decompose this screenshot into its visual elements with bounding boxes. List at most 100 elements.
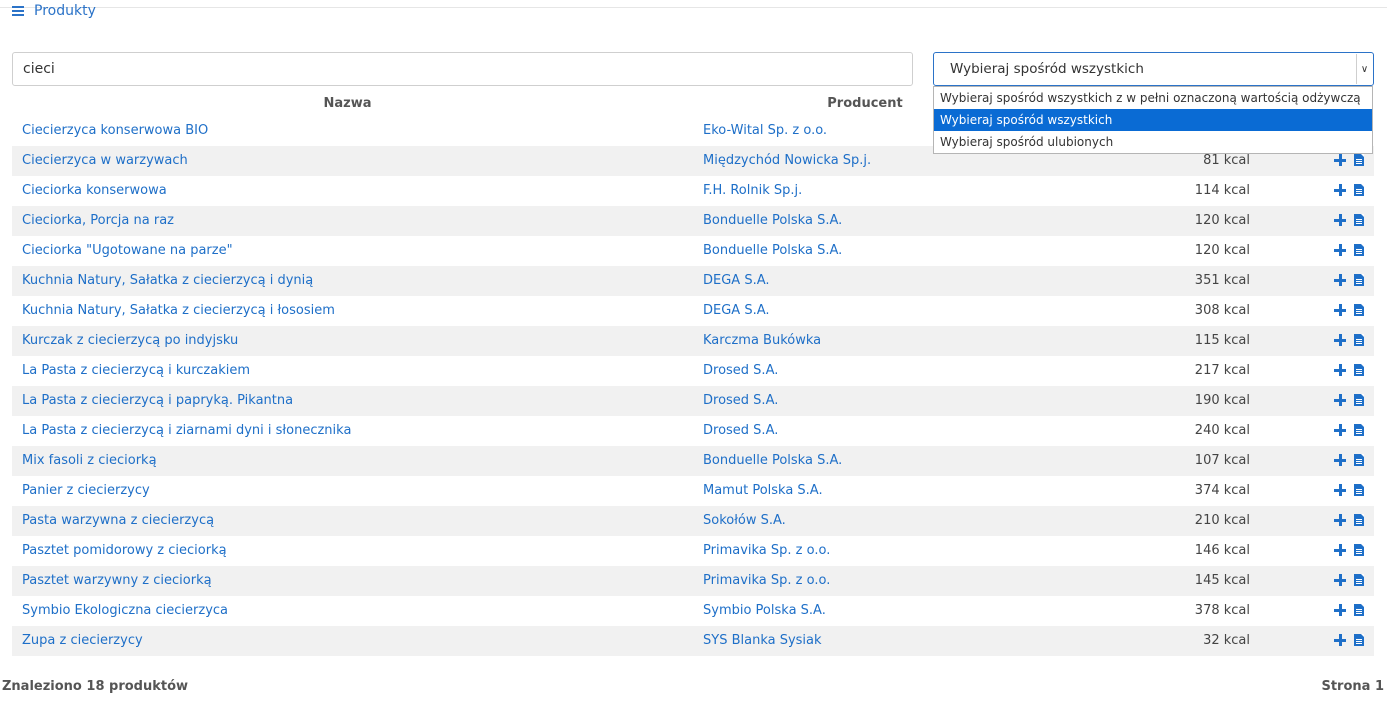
plus-icon[interactable] [1334,454,1346,466]
table-row: Pasztet warzywny z cieciorką Primavika Sp… [12,566,1374,596]
plus-icon[interactable] [1334,274,1346,286]
table-row: Cieciorka, Porcja na raz Bonduelle Polska… [12,206,1374,236]
column-header-name[interactable]: Nazwa [12,96,683,111]
product-name-link[interactable]: Panier z ciecierzycy [22,483,150,498]
producer-link[interactable]: DEGA S.A. [703,273,770,288]
calories-value: 240 kcal [1194,423,1250,438]
document-icon[interactable] [1354,244,1364,256]
product-name-link[interactable]: Pasztet pomidorowy z cieciorką [22,543,227,558]
producer-link[interactable]: Karczma Bukówka [703,333,821,348]
plus-icon[interactable] [1334,184,1346,196]
plus-icon[interactable] [1334,604,1346,616]
product-name-link[interactable]: Ciecierzyca konserwowa BIO [22,123,208,138]
table-row: Zupa z ciecierzycy SYS Blanka Sysiak 32 kc… [12,626,1374,656]
producer-link[interactable]: Bonduelle Polska S.A. [703,453,842,468]
document-icon[interactable] [1354,334,1364,346]
table-row: La Pasta z ciecierzycą i kurczakiem Drose… [12,356,1374,386]
chevron-down-icon[interactable]: ∨ [1356,54,1372,84]
calories-value: 32 kcal [1203,633,1250,648]
plus-icon[interactable] [1334,424,1346,436]
table-row: Panier z ciecierzycy Mamut Polska S.A. 374… [12,476,1374,506]
calories-value: 190 kcal [1194,393,1250,408]
document-icon[interactable] [1354,304,1364,316]
product-name-link[interactable]: Kuchnia Natury, Sałatka z ciecierzycą i … [22,303,335,318]
product-name-link[interactable]: Cieciorka, Porcja na raz [22,213,174,228]
document-icon[interactable] [1354,184,1364,196]
document-icon[interactable] [1354,394,1364,406]
table-row: Kurczak z ciecierzycą po indyjsku Karczma… [12,326,1374,356]
calories-value: 115 kcal [1194,333,1250,348]
plus-icon[interactable] [1334,484,1346,496]
calories-value: 146 kcal [1194,543,1250,558]
producer-link[interactable]: Primavika Sp. z o.o. [703,573,830,588]
product-name-link[interactable]: Pasta warzywna z ciecierzycą [22,513,214,528]
producer-link[interactable]: Bonduelle Polska S.A. [703,213,842,228]
product-name-link[interactable]: Kurczak z ciecierzycą po indyjsku [22,333,238,348]
product-name-link[interactable]: Kuchnia Natury, Sałatka z ciecierzycą i … [22,273,313,288]
document-icon[interactable] [1354,574,1364,586]
document-icon[interactable] [1354,364,1364,376]
product-name-link[interactable]: Mix fasoli z cieciorką [22,453,157,468]
calories-value: 217 kcal [1194,363,1250,378]
plus-icon[interactable] [1334,394,1346,406]
product-name-link[interactable]: La Pasta z ciecierzycą i kurczakiem [22,363,250,378]
producer-link[interactable]: Drosed S.A. [703,423,778,438]
plus-icon[interactable] [1334,634,1346,646]
calories-value: 351 kcal [1194,273,1250,288]
filter-option[interactable]: Wybieraj spośród wszystkich z w pełni oz… [934,87,1372,109]
table-row: Kuchnia Natury, Sałatka z ciecierzycą i … [12,296,1374,326]
product-name-link[interactable]: Zupa z ciecierzycy [22,633,143,648]
document-icon[interactable] [1354,424,1364,436]
product-name-link[interactable]: Pasztet warzywny z cieciorką [22,573,212,588]
product-name-link[interactable]: Cieciorka konserwowa [22,183,167,198]
producer-link[interactable]: Drosed S.A. [703,393,778,408]
document-icon[interactable] [1354,604,1364,616]
filter-option-selected[interactable]: Wybieraj spośród wszystkich [934,109,1372,131]
panel-title[interactable]: Produkty [12,3,96,19]
producer-link[interactable]: Sokołów S.A. [703,513,786,528]
document-icon[interactable] [1354,214,1364,226]
filter-select[interactable]: Wybieraj spośród wszystkich ∨ [933,52,1374,86]
results-count: Znaleziono 18 produktów [2,679,189,694]
document-icon[interactable] [1354,544,1364,556]
document-icon[interactable] [1354,454,1364,466]
producer-link[interactable]: Bonduelle Polska S.A. [703,243,842,258]
document-icon[interactable] [1354,154,1364,166]
producer-link[interactable]: Drosed S.A. [703,363,778,378]
search-input[interactable] [12,52,913,86]
product-name-link[interactable]: La Pasta z ciecierzycą i papryką. Pikant… [22,393,293,408]
producer-link[interactable]: SYS Blanka Sysiak [703,633,822,648]
product-name-link[interactable]: Symbio Ekologiczna ciecierzyca [22,603,228,618]
product-name-link[interactable]: Cieciorka "Ugotowane na parze" [22,243,233,258]
plus-icon[interactable] [1334,574,1346,586]
plus-icon[interactable] [1334,514,1346,526]
calories-value: 114 kcal [1194,183,1250,198]
plus-icon[interactable] [1334,154,1346,166]
plus-icon[interactable] [1334,364,1346,376]
table-row: La Pasta z ciecierzycą i papryką. Pikant… [12,386,1374,416]
table-row: La Pasta z ciecierzycą i ziarnami dyni i… [12,416,1374,446]
filter-option[interactable]: Wybieraj spośród ulubionych [934,131,1372,153]
document-icon[interactable] [1354,514,1364,526]
producer-link[interactable]: Mamut Polska S.A. [703,483,823,498]
producer-link[interactable]: DEGA S.A. [703,303,770,318]
plus-icon[interactable] [1334,334,1346,346]
filter-select-value: Wybieraj spośród wszystkich [950,61,1144,77]
plus-icon[interactable] [1334,244,1346,256]
calories-value: 308 kcal [1194,303,1250,318]
product-name-link[interactable]: Ciecierzyca w warzywach [22,153,188,168]
document-icon[interactable] [1354,484,1364,496]
producer-link[interactable]: F.H. Rolnik Sp.j. [703,183,802,198]
plus-icon[interactable] [1334,544,1346,556]
producer-link[interactable]: Symbio Polska S.A. [703,603,826,618]
producer-link[interactable]: Międzychód Nowicka Sp.j. [703,153,871,168]
product-name-link[interactable]: La Pasta z ciecierzycą i ziarnami dyni i… [22,423,351,438]
plus-icon[interactable] [1334,214,1346,226]
top-divider [0,7,1387,8]
document-icon[interactable] [1354,274,1364,286]
plus-icon[interactable] [1334,304,1346,316]
table-row: Mix fasoli z cieciorką Bonduelle Polska S… [12,446,1374,476]
document-icon[interactable] [1354,634,1364,646]
producer-link[interactable]: Primavika Sp. z o.o. [703,543,830,558]
producer-link[interactable]: Eko-Wital Sp. z o.o. [703,123,827,138]
